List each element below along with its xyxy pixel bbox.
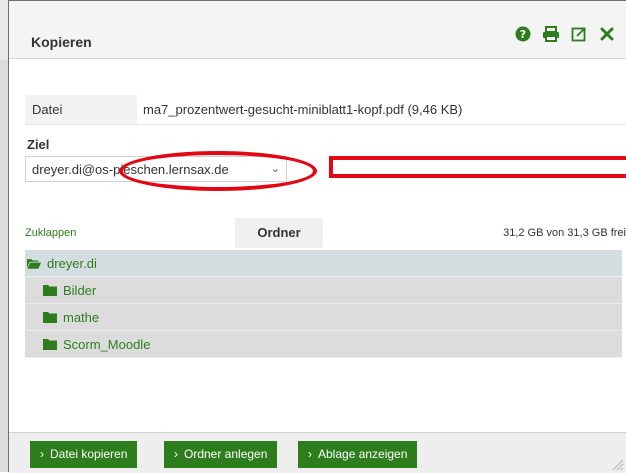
collapse-link[interactable]: Zuklappen — [25, 227, 76, 239]
show-storage-button[interactable]: › Ablage anzeigen — [298, 441, 418, 468]
resize-grip-icon[interactable] — [610, 457, 624, 471]
file-row: Datei ma7_prozentwert-gesucht-miniblatt1… — [25, 95, 626, 125]
titlebar-icons: ? — [514, 25, 616, 43]
file-label-cell: Datei — [25, 95, 137, 124]
target-select[interactable]: dreyer.di@os-pieschen.lernsax.de ⌄ — [25, 156, 287, 182]
folder-tree: dreyer.di Bilder mathe Scorm_Moodle — [25, 250, 622, 358]
create-folder-button-label: Ordner anlegen — [184, 447, 268, 461]
folder-icon — [43, 284, 57, 296]
backdrop-strip — [0, 60, 8, 472]
file-label: Datei — [32, 102, 63, 117]
folder-open-icon — [27, 258, 41, 269]
tree-folder-label: mathe — [63, 309, 100, 325]
close-icon[interactable] — [598, 25, 616, 43]
annotation-bar — [329, 156, 626, 178]
file-name: ma7_prozentwert-gesucht-miniblatt1-kopf.… — [143, 102, 463, 117]
chevron-right-icon: › — [40, 447, 44, 461]
tree-folder-label: Bilder — [63, 282, 97, 298]
copy-dialog: Kopieren ? Datei ma7_prozentwert-gesucht… — [8, 0, 626, 473]
external-link-icon[interactable] — [570, 25, 588, 43]
print-icon[interactable] — [542, 25, 560, 43]
tree-folder[interactable]: Scorm_Moodle — [25, 331, 622, 358]
dialog-footer: › Datei kopieren › Ordner anlegen › Ablage … — [9, 432, 626, 473]
tab-folders[interactable]: Ordner — [235, 218, 323, 248]
tree-folder[interactable]: Bilder — [25, 277, 622, 304]
storage-info: 31,2 GB von 31,3 GB frei — [503, 227, 626, 239]
target-select-value: dreyer.di@os-pieschen.lernsax.de — [32, 162, 229, 177]
show-storage-button-label: Ablage anzeigen — [318, 447, 408, 461]
target-label: Ziel — [27, 137, 50, 152]
tree-folder[interactable]: mathe — [25, 304, 622, 331]
help-icon[interactable]: ? — [514, 25, 532, 43]
tree-folder-label: Scorm_Moodle — [63, 336, 151, 352]
tree-root-label: dreyer.di — [47, 255, 97, 271]
tree-header: Zuklappen Ordner 31,2 GB von 31,3 GB fre… — [25, 218, 626, 248]
chevron-right-icon: › — [308, 447, 312, 461]
folder-icon — [43, 311, 57, 323]
tree-root[interactable]: dreyer.di — [25, 250, 622, 277]
folder-icon — [43, 338, 57, 350]
copy-file-button-label: Datei kopieren — [50, 447, 128, 461]
svg-text:?: ? — [520, 28, 526, 41]
copy-file-button[interactable]: › Datei kopieren — [30, 441, 138, 468]
chevron-down-icon: ⌄ — [270, 163, 280, 175]
chevron-right-icon: › — [174, 447, 178, 461]
create-folder-button[interactable]: › Ordner anlegen — [164, 441, 278, 468]
dialog-titlebar: Kopieren ? — [9, 1, 626, 59]
dialog-title: Kopieren — [31, 34, 92, 50]
